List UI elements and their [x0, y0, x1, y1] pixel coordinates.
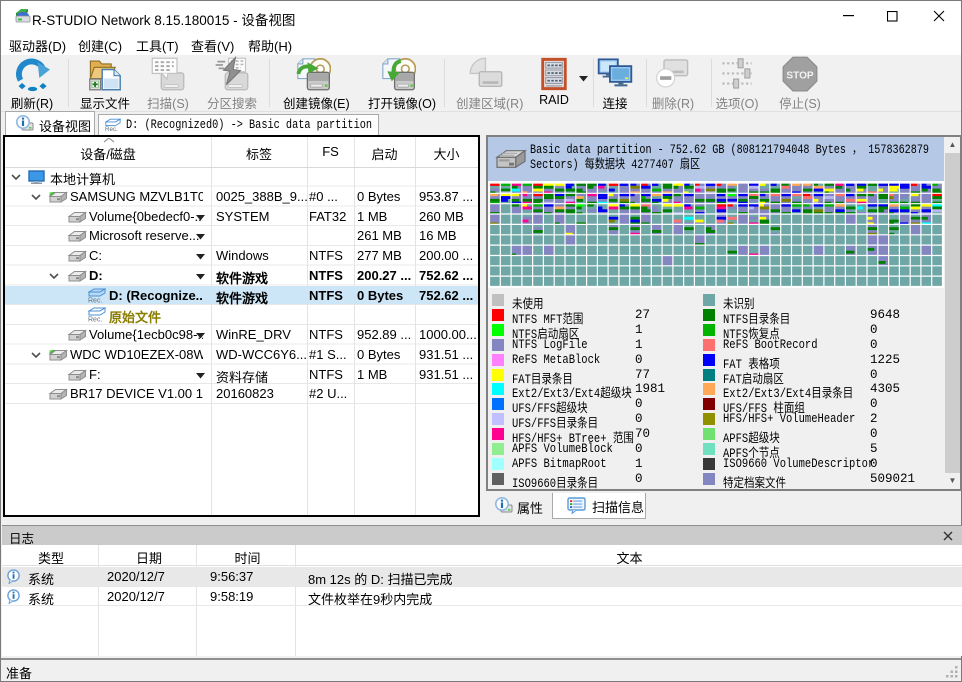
- svg-text:Rec.: Rec.: [88, 317, 102, 323]
- svg-text:STOP: STOP: [786, 71, 814, 82]
- svg-text:Rec.: Rec.: [105, 126, 118, 132]
- svg-text:Rec.: Rec.: [88, 297, 102, 303]
